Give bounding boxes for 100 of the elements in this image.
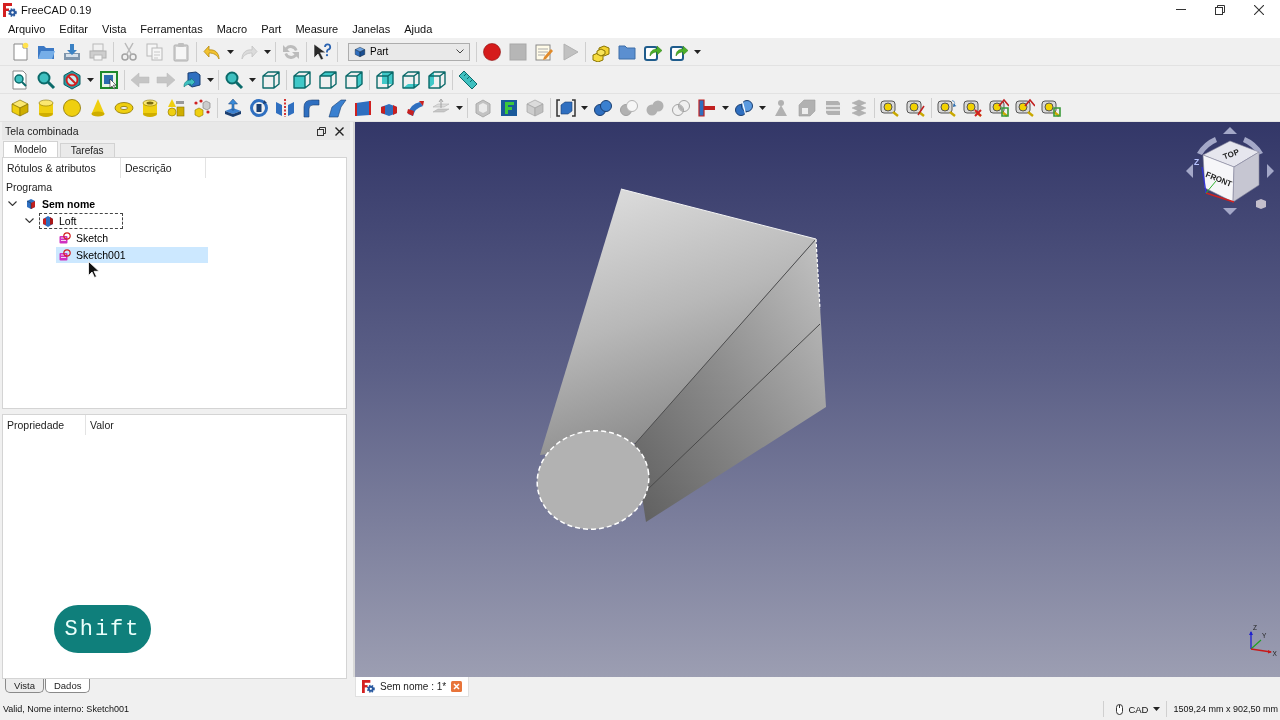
wireframe-cube-icon[interactable]	[427, 69, 447, 90]
float-panel-icon[interactable]	[317, 126, 326, 136]
solid-icon	[42, 214, 54, 227]
tree-item[interactable]: Sketch001	[56, 246, 208, 263]
spheres-icon[interactable]	[593, 97, 613, 118]
mouse-icon	[1116, 703, 1124, 715]
rotate-left-icon[interactable]	[1197, 137, 1217, 155]
caret-icon[interactable]	[207, 77, 214, 82]
caret-icon[interactable]	[694, 49, 701, 54]
axis-arrows-icon	[1249, 631, 1272, 654]
axis-label: Z	[1194, 157, 1200, 167]
caret-icon[interactable]	[581, 105, 588, 110]
axis-lines-icon	[1201, 166, 1235, 203]
tree-section-label: Programa	[5, 179, 54, 195]
status-message: Valid, Nome interno: Sketch001	[3, 704, 129, 714]
column-header[interactable]: Descrição	[121, 158, 206, 178]
menu-item[interactable]: Editar	[52, 22, 96, 35]
tab[interactable]: Tarefas	[59, 143, 115, 157]
bracketed-cube-icon[interactable]	[556, 97, 576, 118]
column-header[interactable]: Valor	[86, 415, 346, 435]
sketch-icon	[59, 231, 71, 244]
tree-item[interactable]: Sketch	[56, 229, 123, 246]
menu-item[interactable]: Measure	[288, 22, 346, 35]
rounded-block-icon[interactable]	[301, 97, 321, 118]
chevron-down-icon	[456, 49, 464, 54]
view-dimensions: 1509,24 mm x 902,50 mm	[1173, 704, 1278, 714]
tape-measure-angle-icon[interactable]	[906, 97, 926, 118]
tape-measure-icon[interactable]	[880, 97, 900, 118]
ruler-icon[interactable]	[458, 69, 478, 90]
cube-arrow-icon[interactable]	[182, 69, 202, 90]
wireframe-cube-icon[interactable]	[401, 69, 421, 90]
tree-item[interactable]: Loft	[39, 212, 123, 229]
wireframe-cube-icon[interactable]	[292, 69, 312, 90]
tab[interactable]: Vista	[5, 679, 44, 693]
tab[interactable]: Modelo	[3, 141, 58, 157]
caret-icon[interactable]	[87, 77, 94, 82]
column-header[interactable]: Rótulos & atributos	[3, 158, 121, 178]
magnifier-icon[interactable]	[36, 69, 56, 90]
save-icon[interactable]	[62, 41, 82, 62]
panel-title: Tela combinada	[4, 125, 79, 137]
tab[interactable]: Dados	[44, 679, 91, 693]
split-spheres-icon[interactable]	[734, 97, 754, 118]
ring-icon[interactable]	[249, 97, 269, 118]
cube-face-label: TOP	[1221, 147, 1241, 162]
close-icon[interactable]	[335, 126, 344, 136]
prohibited-hexagon-icon[interactable]	[62, 69, 82, 90]
navigation-style-button[interactable]: CAD	[1110, 703, 1167, 715]
cube-icon[interactable]	[10, 97, 30, 118]
help-cursor-icon[interactable]	[312, 41, 332, 62]
caret-icon[interactable]	[227, 49, 234, 54]
wireframe-cube-icon[interactable]	[261, 69, 281, 90]
bevel-block-icon[interactable]	[327, 97, 347, 118]
wireframe-cube-icon[interactable]	[344, 69, 364, 90]
menu-item[interactable]: Part	[254, 22, 289, 35]
box-cursor-icon[interactable]	[99, 69, 119, 90]
workbench-selector[interactable]: Part	[348, 42, 470, 61]
mirror-icon[interactable]	[275, 97, 295, 118]
wireframe-cube-icon[interactable]	[318, 69, 338, 90]
menu-item[interactable]: Vista	[95, 22, 134, 35]
menu-item[interactable]: Ajuda	[397, 22, 440, 35]
sphere-icon[interactable]	[62, 97, 82, 118]
close-icon[interactable]	[1254, 4, 1264, 15]
tube-icon[interactable]	[140, 97, 160, 118]
cube-icon	[354, 45, 366, 58]
document-tab[interactable]: Sem nome : 1*	[355, 677, 470, 697]
tape-measure-refresh-icon[interactable]	[937, 97, 957, 118]
small-cube-icon[interactable]	[1256, 199, 1266, 209]
tape-measure-square-icon[interactable]	[1041, 97, 1061, 118]
magnifier-icon[interactable]	[224, 69, 244, 90]
column-header[interactable]: Propriedade	[3, 415, 86, 435]
arrow-left-icon[interactable]	[1186, 164, 1193, 178]
view-cube-icon[interactable]	[1202, 140, 1260, 203]
tape-measure-toggle-icon[interactable]	[989, 97, 1009, 118]
menu-item[interactable]: Macro	[209, 22, 255, 35]
mouse-pointer-icon	[88, 261, 99, 278]
arrow-up-icon[interactable]	[1223, 127, 1237, 134]
chevron-down-icon[interactable]	[7, 201, 17, 206]
wireframe-cube-icon[interactable]	[375, 69, 395, 90]
tree-item[interactable]: Sem nome	[22, 195, 123, 212]
arrow-down-icon[interactable]	[1223, 208, 1237, 215]
notepad-icon[interactable]	[534, 41, 554, 62]
chevron-down-icon[interactable]	[24, 218, 34, 223]
menu-item[interactable]: Ferramentas	[133, 22, 210, 35]
caret-icon[interactable]	[249, 77, 256, 82]
tape-measure-roof-icon[interactable]	[1015, 97, 1035, 118]
arrow-right-icon[interactable]	[1267, 164, 1274, 178]
tape-measure-cross-icon[interactable]	[963, 97, 983, 118]
sketch-icon	[59, 248, 71, 261]
extrude-arrow-icon[interactable]	[223, 97, 243, 118]
caret-icon[interactable]	[759, 105, 766, 110]
menu-item[interactable]: Arquivo	[1, 22, 53, 35]
t-beam-icon[interactable]	[697, 97, 717, 118]
page-magnifier-icon[interactable]	[10, 69, 30, 90]
cubes-icon[interactable]	[192, 97, 212, 118]
menu-item[interactable]: Janelas	[345, 22, 398, 35]
restore-icon[interactable]	[1215, 4, 1225, 15]
record-icon[interactable]	[482, 41, 502, 62]
f-tile-icon[interactable]	[499, 97, 519, 118]
caret-icon[interactable]	[722, 105, 729, 110]
caret-icon	[1153, 707, 1161, 711]
